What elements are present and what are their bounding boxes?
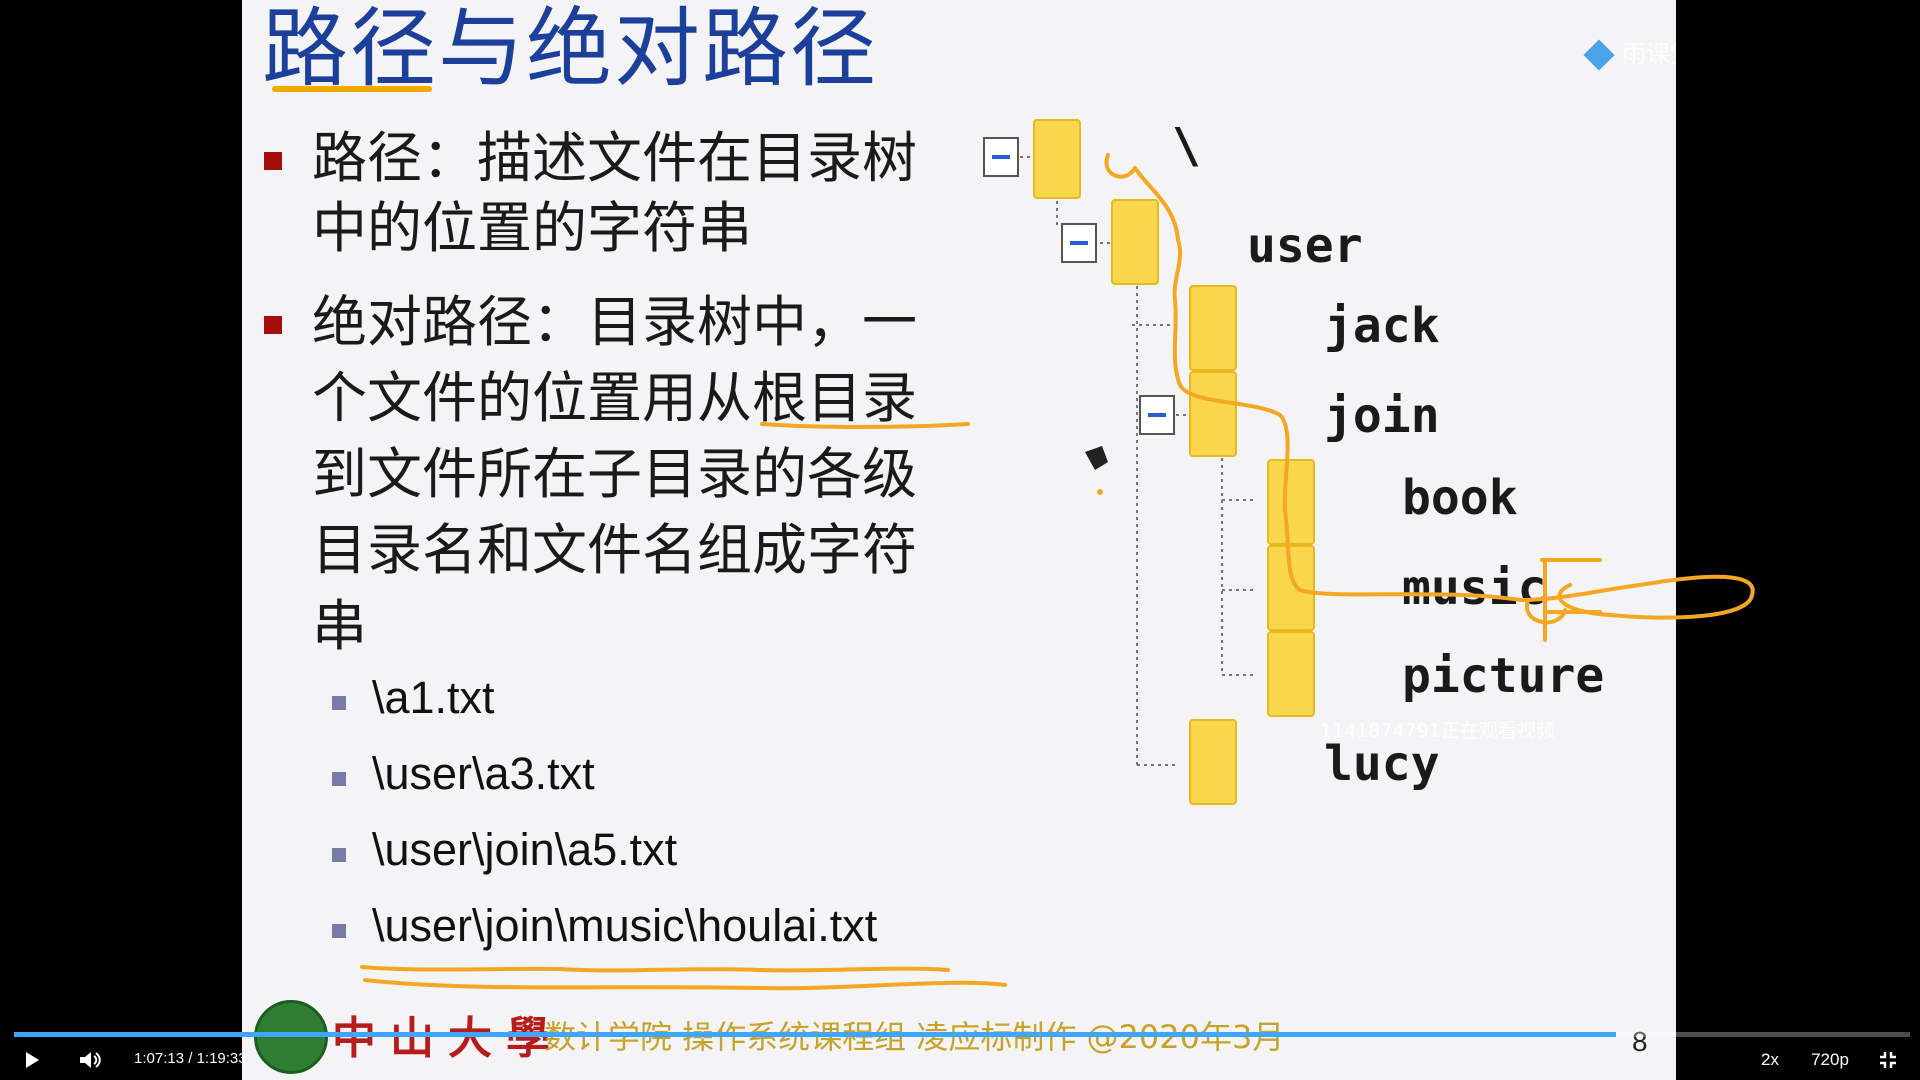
tree-node-lucy: lucy — [1324, 736, 1440, 792]
volume-icon — [80, 1052, 101, 1068]
sub-bullet-marker — [332, 924, 346, 938]
slide: 路径与绝对路径 路径：描述文件在目录树 中的位置的字符串 绝对路径：目录树中，一… — [242, 0, 1676, 1080]
tree-node-join: join — [1324, 388, 1440, 444]
example-path-2: \user\a3.txt — [372, 748, 595, 799]
rain-classroom-logo-icon — [1583, 39, 1615, 71]
time-display: 1:07:13 / 1:19:33 — [134, 1050, 247, 1067]
current-time: 1:07:13 — [134, 1050, 185, 1067]
tree-node-picture: picture — [1402, 648, 1605, 704]
play-button[interactable] — [14, 1040, 50, 1080]
volume-button[interactable] — [70, 1040, 110, 1080]
tree-node-jack: jack — [1324, 298, 1440, 354]
tree-node-music: music — [1402, 560, 1547, 616]
player-controls: 1:07:13 / 1:19:33 2x 720p — [0, 1040, 1920, 1080]
play-icon — [26, 1052, 39, 1068]
bullet2-line5: 串 — [312, 594, 368, 658]
sub-bullet-marker — [332, 696, 346, 710]
quality-button[interactable]: 720p — [1800, 1040, 1860, 1080]
viewer-note: 1141874791正在观看视频 — [1320, 720, 1555, 742]
exit-fullscreen-icon — [1880, 1052, 1896, 1068]
sub-bullet-marker — [332, 772, 346, 786]
video-player: 路径与绝对路径 路径：描述文件在目录树 中的位置的字符串 绝对路径：目录树中，一… — [0, 0, 1920, 1080]
example-path-3: \user\join\a5.txt — [372, 824, 678, 875]
playback-speed-button[interactable]: 2x — [1742, 1040, 1798, 1080]
bullet2-line3: 到文件所在子目录的各级 — [312, 442, 918, 506]
example-path-4: \user\join\music\houlai.txt — [372, 900, 878, 951]
tree-node-book: book — [1402, 470, 1518, 526]
watermark: 雨课堂 — [1583, 34, 1676, 71]
tree-node-user: user — [1247, 218, 1363, 274]
progress-bar[interactable] — [14, 1032, 1910, 1037]
progress-fill — [14, 1032, 1617, 1037]
example-path-1: \a1.txt — [372, 672, 495, 723]
bullet1-line1: 路径：描述文件在目录树 — [312, 126, 918, 190]
bullet2-line4: 目录名和文件名组成字符 — [312, 518, 918, 582]
bullet-marker — [264, 316, 282, 334]
tree-node-root: \ — [1172, 118, 1201, 174]
bullet1-line2: 中的位置的字符串 — [312, 196, 753, 260]
watermark-text: 雨课堂 — [1622, 40, 1676, 68]
bullet2-line2: 个文件的位置用从根目录 — [312, 366, 918, 430]
bullet2-line1: 绝对路径：目录树中，一 — [312, 290, 918, 354]
exit-fullscreen-button[interactable] — [1868, 1040, 1908, 1080]
bullet-marker — [264, 152, 282, 170]
sub-bullet-marker — [332, 848, 346, 862]
title-underline-annotation — [272, 86, 432, 92]
duration: 1:19:33 — [196, 1050, 247, 1067]
